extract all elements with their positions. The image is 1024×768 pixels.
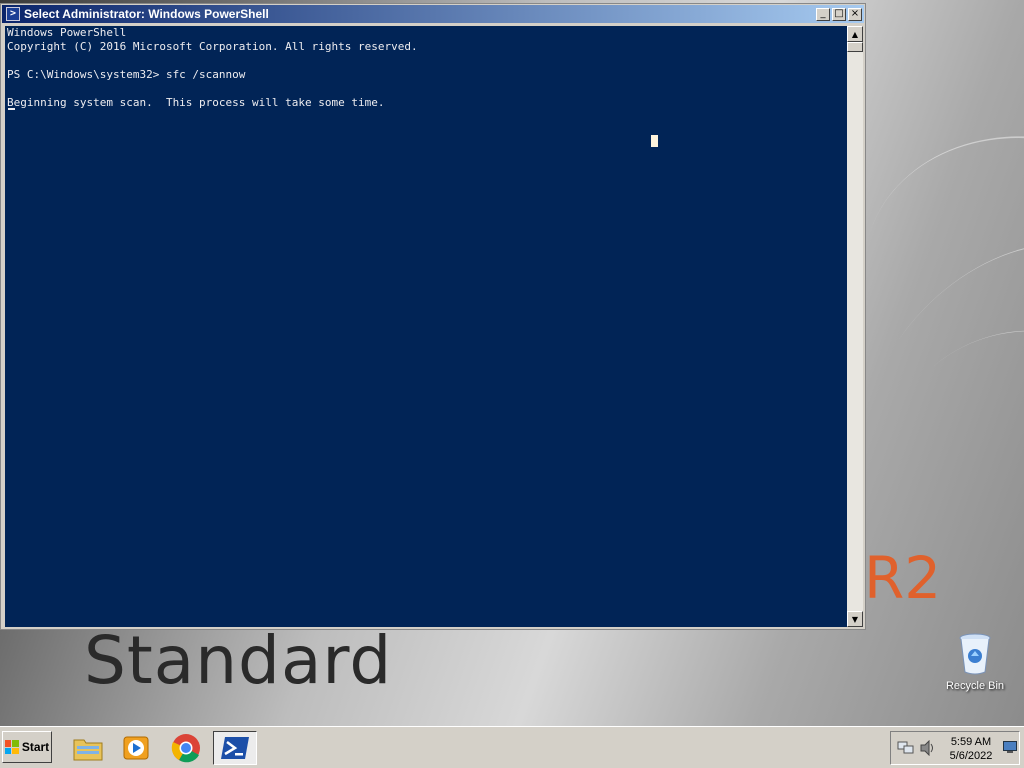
text-cursor bbox=[8, 108, 15, 110]
taskbar-powershell[interactable] bbox=[213, 731, 257, 765]
brand-edition-text: Standard bbox=[84, 622, 393, 699]
windows-logo-icon bbox=[4, 740, 19, 754]
media-player-icon bbox=[123, 736, 149, 760]
close-button[interactable]: × bbox=[848, 7, 862, 21]
start-button[interactable]: Start bbox=[2, 731, 52, 763]
start-label: Start bbox=[21, 740, 50, 754]
chrome-icon bbox=[171, 734, 200, 763]
console-line: Windows PowerShell bbox=[7, 26, 127, 39]
taskbar-media-player[interactable] bbox=[114, 731, 158, 765]
vertical-scrollbar[interactable]: ▲ ▼ bbox=[847, 26, 863, 627]
scroll-down-button[interactable]: ▼ bbox=[847, 611, 863, 627]
network-icon[interactable] bbox=[897, 740, 915, 756]
powershell-window[interactable]: > Select Administrator: Windows PowerShe… bbox=[0, 3, 866, 630]
system-tray: 5:59 AM 5/6/2022 bbox=[890, 731, 1020, 765]
maximize-button[interactable]: □ bbox=[832, 7, 846, 21]
window-title: Select Administrator: Windows PowerShell bbox=[24, 7, 269, 21]
block-cursor bbox=[651, 135, 658, 147]
console-line bbox=[5, 54, 847, 68]
powershell-icon: > bbox=[6, 7, 20, 21]
console-line: Copyright (C) 2016 Microsoft Corporation… bbox=[7, 40, 418, 53]
recycle-bin-label: Recycle Bin bbox=[945, 680, 1005, 692]
recycle-bin-icon bbox=[959, 633, 991, 675]
clock-date: 5/6/2022 bbox=[949, 750, 993, 762]
minimize-button[interactable]: _ bbox=[816, 7, 830, 21]
brand-release-text: R2 bbox=[864, 544, 942, 612]
folder-icon bbox=[73, 739, 103, 761]
console-output[interactable]: Windows PowerShell Copyright (C) 2016 Mi… bbox=[5, 26, 847, 627]
recycle-bin-shortcut[interactable]: Recycle Bin bbox=[940, 632, 1010, 692]
powershell-icon bbox=[221, 737, 249, 759]
volume-icon[interactable] bbox=[919, 740, 937, 756]
scroll-thumb[interactable] bbox=[847, 42, 863, 52]
console-line: PS C:\Windows\system32> sfc /scannow bbox=[7, 68, 246, 81]
scroll-up-button[interactable]: ▲ bbox=[847, 26, 863, 42]
console-line: Beginning system scan. This process will… bbox=[7, 96, 385, 109]
taskbar: Start 5:59 AM 5/6/2022 bbox=[0, 726, 1024, 768]
clock-time: 5:59 AM bbox=[950, 736, 992, 748]
console-line bbox=[5, 82, 847, 96]
taskbar-chrome[interactable] bbox=[164, 731, 208, 765]
window-titlebar[interactable]: > Select Administrator: Windows PowerShe… bbox=[2, 5, 864, 23]
clock[interactable]: 5:59 AM 5/6/2022 bbox=[941, 735, 1001, 763]
show-desktop-icon[interactable] bbox=[1003, 741, 1017, 753]
taskbar-file-explorer[interactable] bbox=[66, 731, 110, 765]
